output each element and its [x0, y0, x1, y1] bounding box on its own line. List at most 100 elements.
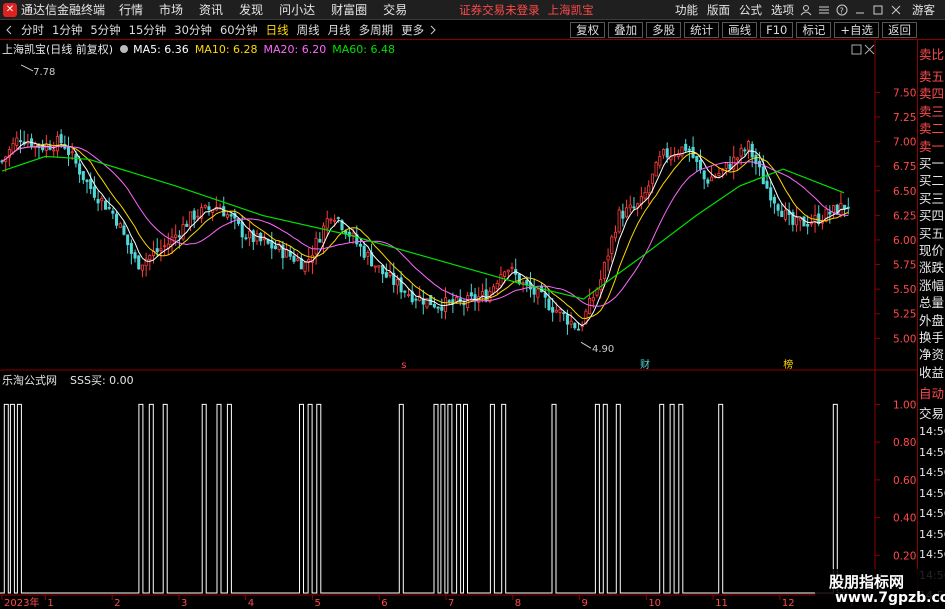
candle-body[interactable]: [148, 255, 152, 261]
period-5min[interactable]: 5分钟: [86, 22, 124, 38]
auto-label[interactable]: 自动: [919, 383, 945, 402]
candle-body[interactable]: [174, 234, 178, 238]
candle-body[interactable]: [695, 156, 699, 162]
candle-body[interactable]: [129, 242, 133, 254]
menu-market[interactable]: 市场: [159, 1, 183, 18]
period-monthly[interactable]: 月线: [324, 22, 355, 38]
candle-body[interactable]: [59, 134, 63, 144]
candle-body[interactable]: [510, 266, 514, 269]
candle-body[interactable]: [724, 162, 728, 169]
candle-body[interactable]: [665, 148, 669, 158]
candle-body[interactable]: [710, 176, 714, 182]
candle-body[interactable]: [828, 211, 832, 215]
candle-body[interactable]: [617, 209, 621, 233]
candle-body[interactable]: [746, 140, 751, 151]
candle-body[interactable]: [613, 231, 618, 239]
period-1min[interactable]: 1分钟: [48, 22, 86, 38]
toolbar-adjust[interactable]: 复权: [570, 22, 606, 38]
candle-body[interactable]: [728, 163, 732, 170]
candle-body[interactable]: [521, 282, 525, 284]
candle-body[interactable]: [140, 264, 144, 271]
help-icon[interactable]: ?: [836, 4, 848, 16]
candle-body[interactable]: [650, 173, 654, 184]
candle-body[interactable]: [66, 146, 71, 155]
candle-body[interactable]: [333, 219, 337, 222]
candle-body[interactable]: [831, 205, 836, 213]
candle-body[interactable]: [203, 204, 207, 208]
toolbar-add-watch[interactable]: +自选: [834, 22, 879, 38]
candle-body[interactable]: [55, 136, 59, 152]
toolbar-statistics[interactable]: 统计: [684, 22, 720, 38]
candle-body[interactable]: [798, 218, 802, 221]
period-15min[interactable]: 15分钟: [125, 22, 171, 38]
candle-body[interactable]: [743, 149, 747, 152]
toolbar-back[interactable]: 返回: [882, 22, 917, 38]
quote-label-17[interactable]: 收益: [919, 362, 945, 381]
period-more[interactable]: 更多: [397, 22, 428, 38]
candle-body[interactable]: [100, 197, 104, 202]
candle-body[interactable]: [373, 265, 377, 268]
chevron-left-icon[interactable]: [3, 24, 15, 36]
quote-label-15[interactable]: 换手: [919, 327, 945, 346]
candle-body[interactable]: [244, 237, 248, 240]
menu-layout[interactable]: 版面: [707, 2, 730, 18]
candle-body[interactable]: [384, 272, 388, 278]
candle-body[interactable]: [251, 230, 255, 243]
candle-body[interactable]: [628, 204, 632, 209]
candle-body[interactable]: [292, 255, 296, 262]
candle-body[interactable]: [702, 170, 706, 180]
menu-ask[interactable]: 问小达: [279, 1, 315, 18]
quote-label-13[interactable]: 总量: [919, 292, 945, 311]
candle-body[interactable]: [547, 298, 551, 310]
candle-body[interactable]: [15, 137, 19, 146]
candle-body[interactable]: [717, 173, 721, 176]
quote-label-9[interactable]: 买五: [919, 223, 945, 242]
menu-quotes[interactable]: 行情: [119, 1, 143, 18]
event-mark[interactable]: s: [401, 360, 406, 371]
candle-body[interactable]: [303, 262, 307, 272]
candle-body[interactable]: [436, 306, 440, 309]
candle-body[interactable]: [133, 252, 137, 259]
candle-body[interactable]: [358, 243, 363, 247]
candle-body[interactable]: [591, 297, 595, 302]
period-30min[interactable]: 30分钟: [170, 22, 216, 38]
quote-label-8[interactable]: 买四: [919, 205, 945, 224]
candle-body[interactable]: [122, 225, 126, 235]
candle-body[interactable]: [761, 166, 765, 185]
candle-body[interactable]: [325, 218, 329, 229]
candle-body[interactable]: [362, 245, 366, 258]
candle-body[interactable]: [606, 255, 610, 261]
candle-body[interactable]: [432, 303, 436, 308]
candle-body[interactable]: [735, 157, 739, 161]
candle-body[interactable]: [455, 297, 459, 302]
close-icon[interactable]: [890, 4, 902, 16]
candle-body[interactable]: [381, 264, 385, 275]
candle-body[interactable]: [599, 279, 603, 291]
quote-label-2[interactable]: 卖三: [919, 101, 945, 120]
candle-body[interactable]: [414, 298, 418, 301]
login-notice[interactable]: 证券交易未登录: [459, 2, 540, 18]
candle-body[interactable]: [163, 245, 167, 248]
candle-body[interactable]: [395, 279, 399, 286]
candle-body[interactable]: [137, 255, 141, 270]
maximize-icon[interactable]: [872, 4, 884, 16]
menu-icon[interactable]: [818, 4, 830, 16]
chevron-right-icon[interactable]: [428, 24, 438, 36]
candle-body[interactable]: [296, 258, 300, 261]
candle-body[interactable]: [706, 179, 710, 184]
quote-label-1[interactable]: 卖四: [919, 83, 945, 102]
quote-label-14[interactable]: 外盘: [919, 310, 945, 329]
menu-formula[interactable]: 公式: [739, 2, 762, 18]
candle-body[interactable]: [118, 223, 122, 228]
candle-body[interactable]: [551, 307, 555, 313]
candle-body[interactable]: [565, 314, 569, 325]
candle-body[interactable]: [285, 248, 289, 258]
candle-body[interactable]: [658, 156, 662, 166]
candle-body[interactable]: [440, 306, 444, 311]
candle-body[interactable]: [388, 272, 392, 276]
toolbar-f10[interactable]: F10: [760, 22, 794, 38]
toolbar-overlay[interactable]: 叠加: [608, 22, 644, 38]
candle-body[interactable]: [532, 286, 536, 295]
candle-body[interactable]: [81, 171, 85, 181]
menu-options[interactable]: 选项: [771, 2, 794, 18]
